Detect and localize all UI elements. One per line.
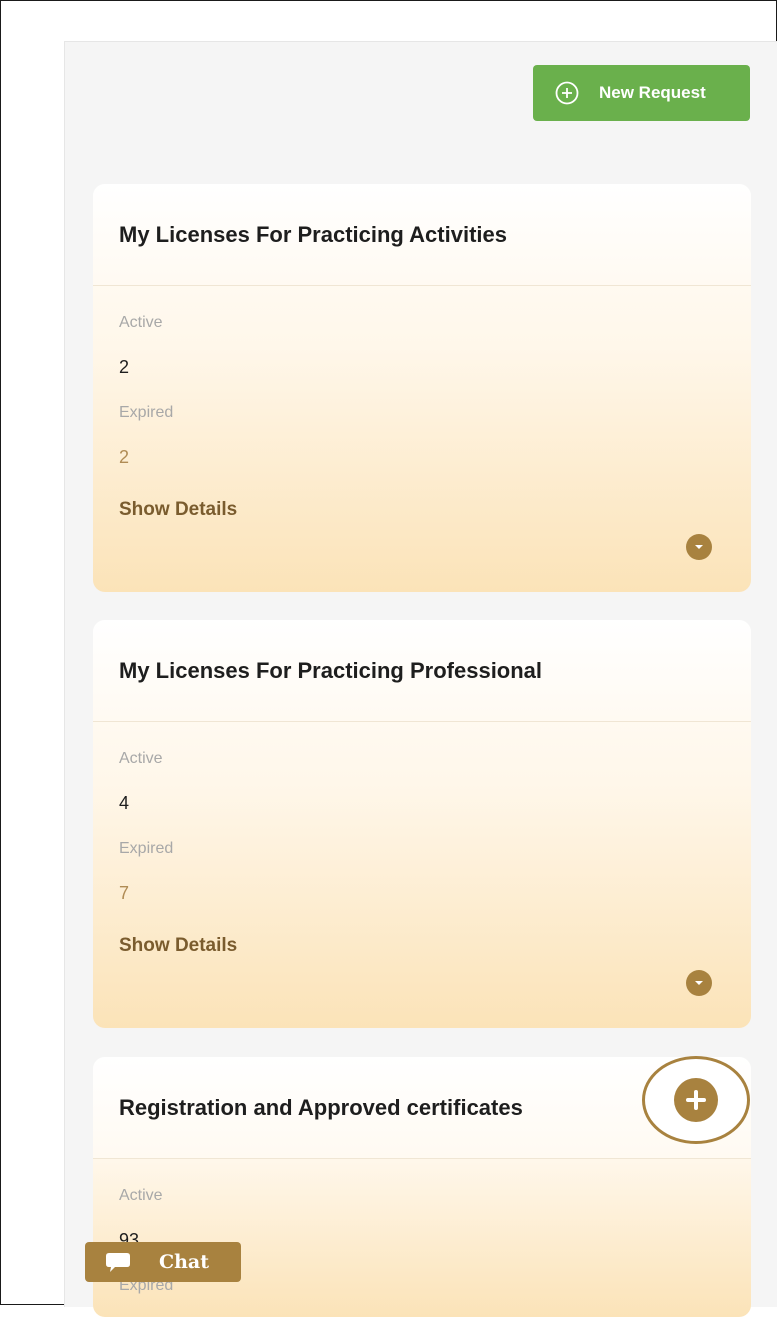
expired-label: Expired [119,404,174,421]
new-request-label: New Request [599,83,706,102]
expired-value: 7 [119,883,130,903]
card-licenses-activities: My Licenses For Practicing Activities Ac… [93,184,751,592]
card-licenses-professional: My Licenses For Practicing Professional … [93,620,751,1028]
active-label: Active [119,750,163,767]
chat-button[interactable]: Chat [85,1242,241,1282]
expired-label: Expired [119,840,174,857]
show-details-link[interactable]: Show Details [119,499,237,521]
plus-circle-icon [555,81,579,105]
active-label: Active [119,314,163,331]
plus-icon [686,1090,706,1110]
chat-bubble-icon [106,1253,130,1272]
add-fab-button[interactable] [642,1056,750,1144]
chevron-down-icon [695,981,703,985]
active-value: 4 [119,793,130,813]
show-details-link[interactable]: Show Details [119,935,237,957]
expand-toggle-button[interactable] [686,534,712,560]
new-request-button[interactable]: New Request [533,65,750,121]
active-label: Active [119,1187,163,1204]
expand-toggle-button[interactable] [686,970,712,996]
card-title: My Licenses For Practicing Activities [93,184,751,286]
fab-circle [674,1078,718,1122]
window-frame: New Request My Licenses For Practicing A… [0,0,777,1317]
card-title: My Licenses For Practicing Professional [93,620,751,722]
active-value: 2 [119,357,130,377]
chat-label: Chat [159,1251,210,1273]
chevron-down-icon [695,545,703,549]
expired-value: 2 [119,447,130,467]
